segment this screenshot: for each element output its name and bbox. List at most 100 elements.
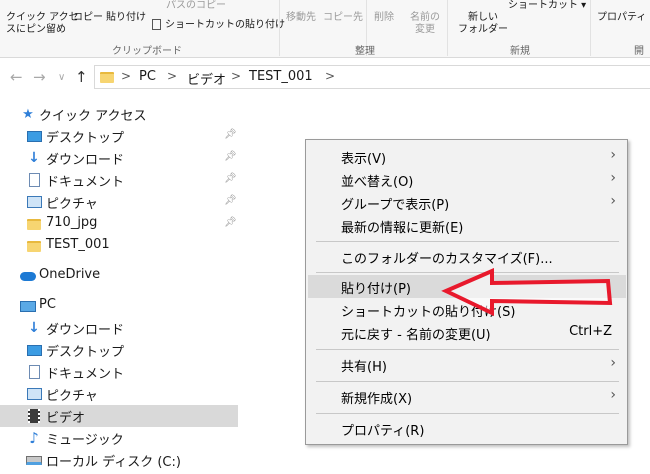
download-arrow-icon: ↓ xyxy=(28,320,40,336)
red-annotation-arrow xyxy=(441,268,613,317)
properties-button[interactable]: プロパティ xyxy=(597,12,646,24)
pin-quick-access-button[interactable]: クイック アクセ スにピン留め xyxy=(6,12,79,36)
tree-item-quick-access[interactable]: ★ クイック アクセス xyxy=(0,103,238,125)
picture-icon xyxy=(26,386,42,402)
pin-quick-access-label-2: スにピン留め xyxy=(6,24,66,35)
computer-icon xyxy=(20,298,36,314)
tree-label: PC xyxy=(39,297,56,312)
tree-label: ピクチャ xyxy=(46,389,98,404)
chevron-right-icon: › xyxy=(610,147,616,163)
back-arrow-icon[interactable]: ← xyxy=(10,68,23,86)
menu-item-sort[interactable]: 並べ替え(O) › xyxy=(308,168,626,191)
desktop-icon xyxy=(26,342,42,358)
tree-label: 710_jpg xyxy=(46,215,98,230)
breadcrumb-separator: > xyxy=(121,69,132,83)
video-icon xyxy=(26,408,42,424)
forward-arrow-icon[interactable]: → xyxy=(33,68,46,86)
copy-button[interactable]: コピー xyxy=(73,12,103,24)
breadcrumb-separator: > xyxy=(167,69,178,83)
picture-icon xyxy=(26,194,42,210)
breadcrumb-pc[interactable]: PC xyxy=(139,69,156,84)
tree-item-pc-desktop[interactable]: デスクトップ xyxy=(0,339,238,361)
tree-label: デスクトップ xyxy=(46,345,125,360)
tree-label: ダウンロード xyxy=(46,323,125,338)
tree-item-documents[interactable]: ドキュメント 📌︎ xyxy=(0,169,238,191)
new-group-label: 新規 xyxy=(510,46,530,57)
tree-label: ドキュメント xyxy=(46,367,125,382)
document-icon xyxy=(26,364,42,380)
document-icon xyxy=(26,172,42,188)
tree-label: デスクトップ xyxy=(46,131,125,146)
chevron-right-icon: › xyxy=(610,170,616,186)
tree-item-710-jpg[interactable]: 710_jpg 📌︎ xyxy=(0,213,238,235)
paste-shortcut-button[interactable]: ショートカットの貼り付け xyxy=(152,19,285,32)
menu-item-label: グループで表示(P) xyxy=(341,198,450,213)
pin-icon[interactable]: 📌︎ xyxy=(224,173,237,184)
menu-item-label: 新規作成(X) xyxy=(341,392,413,407)
menu-item-label: プロパティ(R) xyxy=(341,424,425,439)
menu-separator xyxy=(316,381,619,382)
menu-item-properties[interactable]: プロパティ(R) xyxy=(308,417,626,440)
tree-label: ミュージック xyxy=(46,433,124,448)
copy-to-label: コピー先 xyxy=(323,12,363,23)
move-to-button[interactable]: 移動先 xyxy=(286,12,316,24)
rename-label-2: 変更 xyxy=(415,24,435,35)
drive-icon xyxy=(26,452,42,468)
menu-item-shortcut: Ctrl+Z xyxy=(569,324,612,339)
chevron-right-icon: › xyxy=(610,193,616,209)
tree-item-pictures[interactable]: ピクチャ 📌︎ xyxy=(0,191,238,213)
pin-icon[interactable]: 📌︎ xyxy=(224,195,237,206)
folder-icon xyxy=(26,216,42,232)
tree-item-pc-pictures[interactable]: ピクチャ xyxy=(0,383,238,405)
ribbon: クイック アクセ スにピン留め コピー 貼り付け パスのコピー ショートカットの… xyxy=(0,0,650,58)
new-folder-button[interactable]: 新しい フォルダー xyxy=(458,12,508,36)
tree-item-downloads[interactable]: ↓ ダウンロード 📌︎ xyxy=(0,147,238,169)
breadcrumb-videos[interactable]: ビデオ xyxy=(187,69,226,88)
tree-item-pc-downloads[interactable]: ↓ ダウンロード xyxy=(0,317,238,339)
menu-item-view[interactable]: 表示(V) › xyxy=(308,145,626,168)
pin-icon[interactable]: 📌︎ xyxy=(224,151,237,162)
menu-item-new[interactable]: 新規作成(X) › xyxy=(308,385,626,408)
up-arrow-icon[interactable]: ↑ xyxy=(75,68,88,86)
menu-item-label: 並べ替え(O) xyxy=(341,175,414,190)
chevron-right-icon: › xyxy=(610,387,616,403)
tree-label: ダウンロード xyxy=(46,153,125,168)
delete-label: 削除 xyxy=(374,12,394,23)
recent-chevron-down-icon[interactable]: ∨ xyxy=(58,72,65,83)
breadcrumb-test-001[interactable]: TEST_001 xyxy=(249,69,313,84)
star-icon: ★ xyxy=(22,106,34,122)
menu-item-refresh[interactable]: 最新の情報に更新(E) xyxy=(308,214,626,237)
menu-item-undo[interactable]: 元に戻す - 名前の変更(U) Ctrl+Z xyxy=(308,321,626,344)
copy-path-button[interactable]: パスのコピー xyxy=(152,0,226,12)
menu-separator xyxy=(316,349,619,350)
delete-button[interactable]: 削除 xyxy=(374,12,394,24)
pin-icon[interactable]: 📌︎ xyxy=(224,217,237,228)
tree-item-test-001[interactable]: TEST_001 xyxy=(0,235,238,257)
tree-label: ピクチャ xyxy=(46,197,98,212)
menu-item-customize-folder[interactable]: このフォルダーのカスタマイズ(F)... xyxy=(308,245,626,268)
tree-label: ビデオ xyxy=(46,411,86,426)
tree-item-pc-music[interactable]: ♪ ミュージック xyxy=(0,427,238,449)
tree-item-pc[interactable]: PC xyxy=(0,295,238,317)
menu-item-share[interactable]: 共有(H) › xyxy=(308,353,626,376)
tree-label: クイック アクセス xyxy=(39,109,147,124)
pin-icon[interactable]: 📌︎ xyxy=(224,129,237,140)
new-folder-label-1: 新しい xyxy=(468,12,498,23)
tree-label: ローカル ディスク (C:) xyxy=(46,455,181,470)
tree-item-local-disk[interactable]: ローカル ディスク (C:) xyxy=(0,449,238,471)
breadcrumb-separator: > xyxy=(325,69,336,83)
copy-to-button[interactable]: コピー先 xyxy=(323,12,363,24)
paste-button[interactable]: 貼り付け xyxy=(106,12,146,24)
menu-item-group-by[interactable]: グループで表示(P) › xyxy=(308,191,626,214)
copy-label: コピー xyxy=(73,12,103,23)
tree-item-pc-documents[interactable]: ドキュメント xyxy=(0,361,238,383)
tree-item-pc-videos[interactable]: ビデオ xyxy=(0,405,238,427)
new-shortcut-button[interactable]: ショートカット ▾ xyxy=(508,0,586,12)
open-group-label: 開く xyxy=(634,46,644,57)
chevron-right-icon: › xyxy=(610,355,616,371)
organize-group-label: 整理 xyxy=(355,46,375,57)
tree-item-onedrive[interactable]: OneDrive xyxy=(0,265,238,287)
tree-item-desktop[interactable]: デスクトップ 📌︎ xyxy=(0,125,238,147)
rename-button[interactable]: 名前の 変更 xyxy=(410,12,440,36)
breadcrumb[interactable]: > PC > ビデオ > TEST_001 > xyxy=(94,65,650,89)
